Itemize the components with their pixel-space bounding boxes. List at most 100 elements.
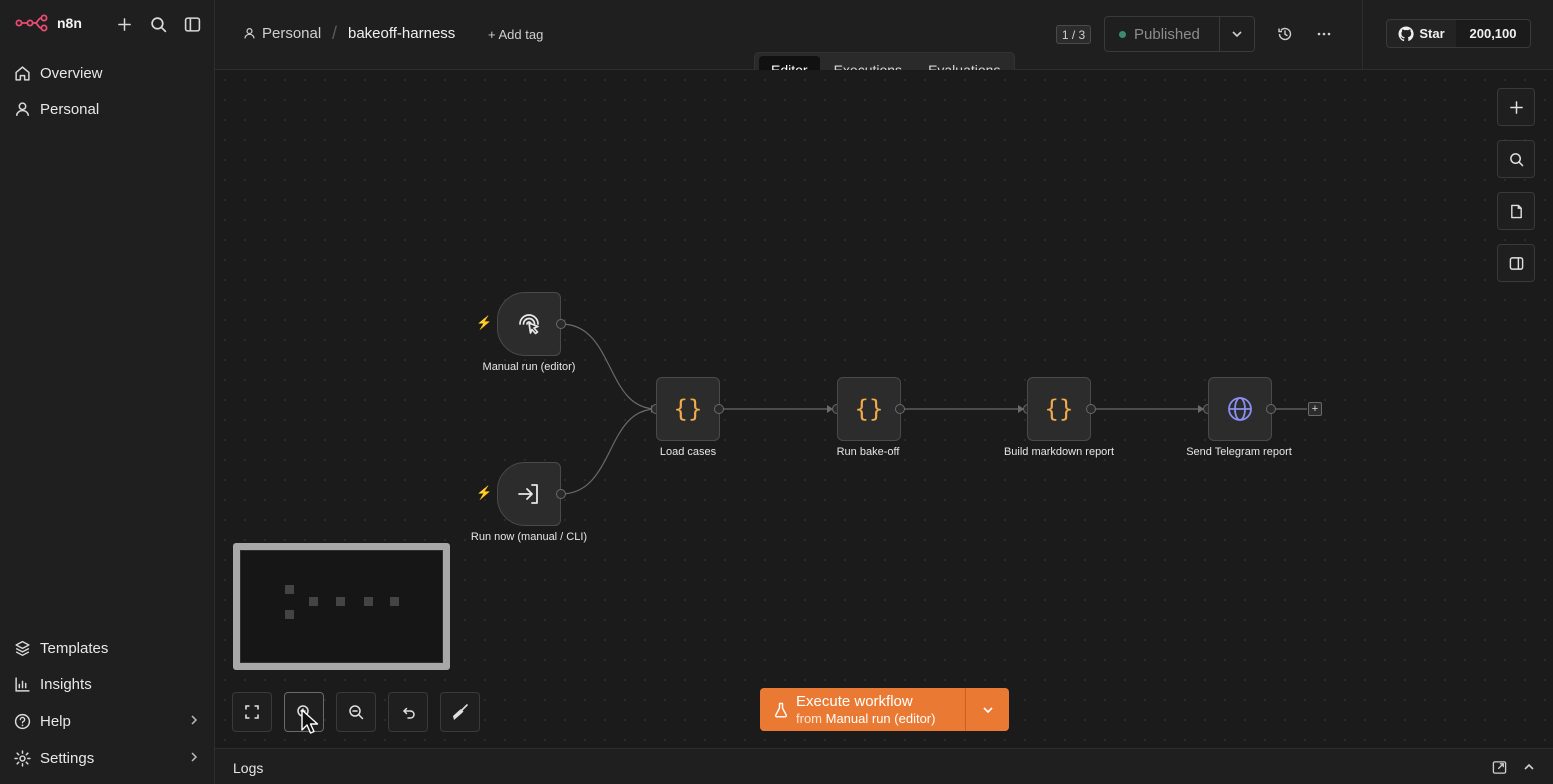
output-handle[interactable] — [895, 404, 905, 414]
github-icon — [1398, 25, 1414, 41]
svg-text:{}: {} — [855, 395, 884, 423]
chevron-right-icon — [191, 752, 198, 762]
breadcrumb-project-label: Personal — [262, 25, 322, 42]
zoom-out-button[interactable] — [336, 692, 376, 732]
code-braces-icon: {} — [674, 395, 703, 423]
sticky-note-icon — [1510, 204, 1522, 218]
flask-icon — [774, 702, 788, 717]
minimap-node — [309, 597, 318, 606]
node-send-telegram[interactable] — [1208, 377, 1272, 441]
workflow-title[interactable]: bakeoff-harness — [348, 25, 455, 42]
more-options-button[interactable] — [1312, 22, 1336, 46]
node-load-cases[interactable]: {} — [656, 377, 720, 441]
fit-view-button[interactable] — [232, 692, 272, 732]
globe-icon — [1228, 397, 1252, 421]
sign-in-icon — [518, 484, 538, 504]
templates-icon — [15, 640, 30, 656]
svg-text:{}: {} — [674, 395, 703, 423]
broom-icon — [453, 704, 468, 720]
add-next-node-button[interactable]: + — [1308, 402, 1322, 416]
code-braces-icon: {} — [855, 395, 884, 423]
plus-icon — [1509, 100, 1523, 114]
node-label: Build markdown report — [1003, 446, 1115, 458]
logs-label: Logs — [233, 760, 264, 776]
panel-right-icon — [1509, 256, 1523, 270]
node-run-now[interactable] — [497, 462, 561, 526]
sidebar-item-templates[interactable]: Templates — [14, 635, 204, 661]
sidebar-item-overview[interactable]: Overview — [14, 60, 204, 86]
minimap-node — [390, 597, 399, 606]
execute-from-prefix: from — [796, 710, 822, 726]
tidy-up-button[interactable] — [440, 692, 480, 732]
brand[interactable]: n8n — [15, 14, 82, 32]
pop-out-icon[interactable] — [1490, 758, 1508, 776]
workflow-canvas[interactable]: ⚡ Manual run (editor) ⚡ Run now (manual … — [215, 70, 1553, 748]
zoom-in-icon — [297, 705, 312, 720]
sidebar-item-settings[interactable]: Settings — [14, 745, 204, 771]
sidebar-item-personal[interactable]: Personal — [14, 96, 204, 122]
node-manual-run[interactable] — [497, 292, 561, 356]
home-icon — [15, 65, 30, 81]
execute-dropdown-button[interactable] — [965, 688, 1009, 731]
minimap-viewport — [240, 550, 443, 663]
toggle-sidebar-icon[interactable] — [180, 12, 204, 36]
chevron-down-icon — [1232, 31, 1242, 38]
search-icon — [1509, 152, 1523, 166]
svg-text:{}: {} — [1045, 395, 1074, 423]
output-handle[interactable] — [1266, 404, 1276, 414]
published-label: Published — [1134, 25, 1200, 43]
history-button[interactable] — [1273, 22, 1297, 46]
breadcrumb-project[interactable]: Personal — [243, 25, 321, 42]
search-nodes-button[interactable] — [1497, 140, 1535, 178]
node-run-bakeoff[interactable]: {} — [837, 377, 901, 441]
node-build-report[interactable]: {} — [1027, 377, 1091, 441]
add-tag-button[interactable]: + Add tag — [488, 27, 543, 42]
breadcrumb-separator: / — [332, 23, 338, 43]
sidebar: n8n Overview Personal Templates Insights… — [0, 0, 215, 784]
node-label: Run bake-off — [836, 446, 900, 458]
sidebar-item-insights[interactable]: Insights — [14, 671, 204, 697]
github-star-count[interactable]: 200,100 — [1456, 19, 1531, 48]
publish-dropdown-button[interactable] — [1219, 16, 1255, 52]
fullscreen-icon — [245, 705, 259, 719]
user-icon — [244, 28, 255, 39]
sidebar-item-label: Settings — [40, 749, 95, 767]
divider — [1362, 0, 1363, 70]
chevron-right-icon — [191, 715, 198, 725]
bar-chart-icon — [15, 676, 30, 692]
status-dot-icon — [1119, 30, 1126, 38]
output-handle[interactable] — [556, 319, 566, 329]
canvas-right-toolbar — [1497, 88, 1535, 282]
search-icon[interactable] — [146, 12, 170, 36]
chevron-up-icon[interactable] — [1520, 758, 1538, 776]
chevron-down-icon — [982, 706, 993, 713]
gear-icon — [14, 749, 31, 767]
execute-text: Execute workflow from Manual run (editor… — [796, 693, 935, 727]
minimap[interactable] — [233, 543, 450, 670]
output-handle[interactable] — [556, 489, 566, 499]
node-label: Run now (manual / CLI) — [470, 531, 588, 543]
execute-label: Execute workflow — [796, 692, 913, 710]
execute-from: from Manual run (editor) — [796, 711, 935, 727]
sidebar-item-help[interactable]: Help — [14, 708, 204, 734]
node-label: Send Telegram report — [1186, 446, 1292, 458]
add-sticky-note-button[interactable] — [1497, 192, 1535, 230]
published-button[interactable]: Published — [1104, 16, 1220, 52]
github-star-button[interactable]: Star — [1386, 19, 1457, 48]
execute-workflow-button[interactable]: Execute workflow from Manual run (editor… — [760, 688, 965, 731]
version-badge[interactable]: 1 / 3 — [1056, 25, 1091, 44]
more-horizontal-icon — [1317, 32, 1331, 36]
undo-button[interactable] — [388, 692, 428, 732]
output-handle[interactable] — [714, 404, 724, 414]
create-plus-icon[interactable] — [112, 12, 136, 36]
execute-from-node: Manual run (editor) — [825, 710, 936, 726]
toggle-panel-button[interactable] — [1497, 244, 1535, 282]
output-handle[interactable] — [1086, 404, 1096, 414]
history-icon — [1278, 27, 1292, 41]
logs-panel[interactable]: Logs — [215, 748, 1553, 784]
zoom-in-button[interactable] — [284, 692, 324, 732]
sidebar-item-label: Overview — [40, 64, 103, 82]
user-icon — [15, 101, 30, 116]
node-label: Load cases — [659, 446, 717, 458]
add-node-button[interactable] — [1497, 88, 1535, 126]
